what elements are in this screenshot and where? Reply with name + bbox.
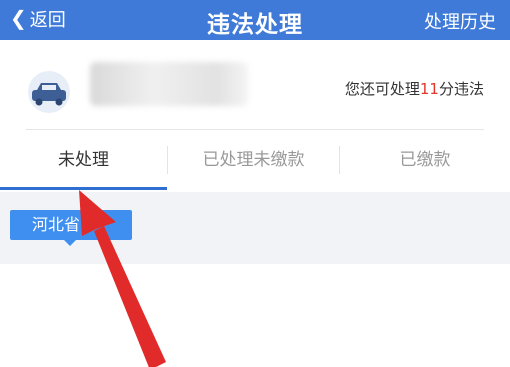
- license-plate-blurred: [90, 62, 248, 106]
- active-tab-indicator: [0, 187, 167, 190]
- tab-unprocessed[interactable]: 未处理: [0, 142, 167, 178]
- vehicle-info: 您还可处理11分违法: [0, 40, 510, 130]
- car-icon: [28, 71, 70, 113]
- top-bar: ❮ 返回 违法处理 处理历史: [0, 0, 510, 40]
- status-tabs: 未处理 已处理未缴款 已缴款: [0, 132, 510, 192]
- section-divider: [26, 129, 484, 130]
- tab-paid[interactable]: 已缴款: [340, 142, 510, 178]
- remaining-points-text: 您还可处理11分违法: [345, 78, 484, 99]
- tab-processed-unpaid[interactable]: 已处理未缴款: [168, 142, 339, 178]
- remain-suffix: 分违法: [438, 80, 484, 98]
- province-chip[interactable]: 河北省: [10, 210, 132, 240]
- remaining-points-value: 11: [419, 80, 439, 98]
- chip-pointer: [64, 240, 76, 246]
- history-button[interactable]: 处理历史: [424, 8, 496, 34]
- remain-prefix: 您还可处理: [344, 80, 420, 98]
- region-filter-area: 河北省: [0, 192, 510, 264]
